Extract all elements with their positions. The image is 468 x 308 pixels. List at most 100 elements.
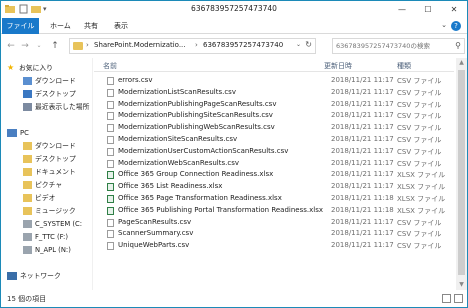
breadcrumb-separator[interactable]: › — [195, 41, 198, 49]
csv-file-icon — [107, 147, 114, 156]
nav-item-music[interactable]: ミュージック — [23, 205, 76, 217]
vertical-scrollbar[interactable]: ▲ ▼ — [456, 58, 467, 290]
file-modified-date: 2018/11/21 11:17 — [331, 135, 394, 143]
file-type: CSV ファイル — [397, 218, 442, 227]
large-icons-view-icon[interactable] — [454, 294, 463, 303]
address-bar[interactable]: › SharePoint.Modernizatio... › 636783957… — [69, 38, 316, 54]
scroll-thumb[interactable] — [458, 70, 465, 275]
desktop-icon — [23, 90, 32, 98]
recent-locations-button[interactable]: ⌄ — [33, 40, 45, 52]
file-modified-date: 2018/11/21 11:17 — [331, 76, 394, 84]
file-name: ScannerSummary.csv — [118, 229, 194, 238]
file-type: CSV ファイル — [397, 242, 442, 251]
file-type: XLSX ファイル — [397, 183, 446, 192]
breadcrumb-item[interactable]: SharePoint.Modernizatio... — [94, 41, 186, 49]
ribbon-expand-icon[interactable]: ⌄ — [441, 21, 447, 29]
csv-file-icon — [107, 159, 114, 168]
csv-file-icon — [107, 88, 114, 97]
nav-item-documents[interactable]: ドキュメント — [23, 166, 76, 178]
close-button[interactable]: ✕ — [441, 1, 467, 18]
scroll-down-icon[interactable]: ▼ — [456, 280, 467, 290]
file-name: PageScanResults.csv — [118, 217, 192, 226]
nav-item-pc-desktop[interactable]: デスクトップ — [23, 153, 76, 165]
file-type: XLSX ファイル — [397, 171, 446, 180]
details-view-icon[interactable] — [442, 294, 451, 303]
nav-item-drive-f[interactable]: F_TTC (F:) — [23, 231, 68, 243]
file-name: Office 365 List Readiness.xlsx — [118, 182, 223, 191]
forward-button[interactable]: → — [19, 40, 31, 52]
pane-splitter[interactable] — [92, 58, 93, 290]
nav-item-pc[interactable]: PC — [7, 127, 29, 139]
file-modified-date: 2018/11/21 11:17 — [331, 217, 394, 226]
nav-item-drive-n[interactable]: N_APL (N:) — [23, 244, 71, 256]
file-row[interactable]: ModernizationPublishingSiteScanResults.c… — [94, 110, 454, 122]
file-name: ModernizationPublishingPageScanResults.c… — [118, 99, 277, 108]
navigation-pane: ★ お気に入り ダウンロード デスクトップ 最近表示した場所 PC ダウンロード … — [1, 58, 91, 290]
minimize-button[interactable]: — — [389, 1, 415, 18]
help-icon[interactable]: ? — [451, 21, 461, 31]
nav-item-network[interactable]: ネットワーク — [7, 270, 61, 282]
file-row[interactable]: ModernizationUserCustomActionScanResults… — [94, 146, 454, 158]
csv-file-icon — [107, 124, 114, 133]
tab-home[interactable]: ホーム — [43, 18, 78, 34]
file-row[interactable]: Office 365 Group Connection Readiness.xl… — [94, 169, 454, 181]
chevron-down-icon[interactable]: ⌄ — [296, 41, 301, 48]
csv-file-icon — [107, 218, 114, 227]
nav-item-pictures[interactable]: ピクチャ — [23, 179, 62, 191]
excel-file-icon — [107, 171, 114, 180]
file-modified-date: 2018/11/21 11:17 — [331, 123, 394, 132]
file-modified-date: 2018/11/21 11:18 — [331, 205, 394, 214]
folder-icon — [23, 155, 32, 163]
item-count: 15 個の項目 — [7, 295, 47, 303]
file-row[interactable]: Office 365 Page Transformation Readiness… — [94, 193, 454, 205]
nav-item-downloads[interactable]: ダウンロード — [23, 75, 76, 87]
nav-item-recent[interactable]: 最近表示した場所 — [23, 101, 89, 113]
nav-item-videos[interactable]: ビデオ — [23, 192, 55, 204]
file-row[interactable]: ModernizationPublishingPageScanResults.c… — [94, 99, 454, 111]
column-header-date[interactable]: 更新日時 — [324, 61, 352, 71]
status-bar: 15 個の項目 — [1, 291, 467, 307]
file-row[interactable]: ModernizationSiteScanResults.csv 2018/11/… — [94, 134, 454, 146]
search-box[interactable]: ⚲ — [332, 38, 465, 54]
file-name: Office 365 Publishing Portal Transformat… — [118, 205, 323, 214]
file-row[interactable]: UniqueWebParts.csv 2018/11/21 11:17 CSV ファ… — [94, 240, 454, 252]
file-modified-date: 2018/11/21 11:17 — [331, 241, 394, 250]
ribbon-tabs: ファイル ホーム 共有 表示 ⌄ ? — [1, 18, 467, 34]
search-input[interactable] — [336, 41, 454, 51]
file-modified-date: 2018/11/21 11:17 — [331, 170, 394, 179]
file-name: ModernizationSiteScanResults.csv — [118, 135, 238, 143]
nav-item-pc-downloads[interactable]: ダウンロード — [23, 140, 76, 152]
search-icon[interactable]: ⚲ — [455, 41, 461, 50]
file-row[interactable]: errors.csv 2018/11/21 11:17 CSV ファイル — [94, 75, 454, 87]
file-modified-date: 2018/11/21 11:17 — [331, 182, 394, 191]
back-button[interactable]: ← — [5, 40, 17, 52]
tab-file[interactable]: ファイル — [2, 18, 39, 34]
file-row[interactable]: Office 365 List Readiness.xlsx 2018/11/21… — [94, 181, 454, 193]
file-modified-date: 2018/11/21 11:17 — [331, 87, 394, 96]
file-name: ModernizationPublishingSiteScanResults.c… — [118, 111, 273, 120]
file-row[interactable]: ModernizationPublishingWebScanResults.cs… — [94, 122, 454, 134]
csv-file-icon — [107, 136, 114, 144]
file-row[interactable]: ScannerSummary.csv 2018/11/21 11:17 CSV ファ… — [94, 228, 454, 240]
breadcrumb-item[interactable]: 636783957257473740 — [203, 41, 283, 49]
breadcrumb-separator[interactable]: › — [86, 41, 89, 49]
file-row[interactable]: ModernizationListScanResults.csv 2018/11/… — [94, 87, 454, 99]
file-row[interactable]: Office 365 Publishing Portal Transformat… — [94, 205, 454, 217]
file-name: Office 365 Page Transformation Readiness… — [118, 194, 282, 202]
computer-icon — [7, 129, 17, 137]
column-header-type[interactable]: 種類 — [397, 61, 411, 71]
file-type: CSV ファイル — [397, 136, 442, 144]
file-row[interactable]: PageScanResults.csv 2018/11/21 11:17 CSV フ… — [94, 217, 454, 229]
maximize-button[interactable]: ☐ — [415, 1, 441, 18]
nav-item-desktop[interactable]: デスクトップ — [23, 88, 76, 100]
refresh-icon[interactable]: ↻ — [305, 40, 312, 49]
scroll-up-icon[interactable]: ▲ — [456, 58, 467, 68]
tab-share[interactable]: 共有 — [77, 18, 105, 34]
file-row[interactable]: ModernizationWebScanResults.csv 2018/11/2… — [94, 158, 454, 170]
tab-view[interactable]: 表示 — [107, 18, 135, 34]
column-header-name[interactable]: 名前 — [103, 61, 117, 71]
up-button[interactable]: ↑ — [49, 40, 61, 52]
nav-item-favorites[interactable]: ★ お気に入り — [7, 62, 53, 74]
download-icon — [23, 77, 32, 85]
nav-item-drive-c[interactable]: C_SYSTEM (C: — [23, 218, 82, 230]
